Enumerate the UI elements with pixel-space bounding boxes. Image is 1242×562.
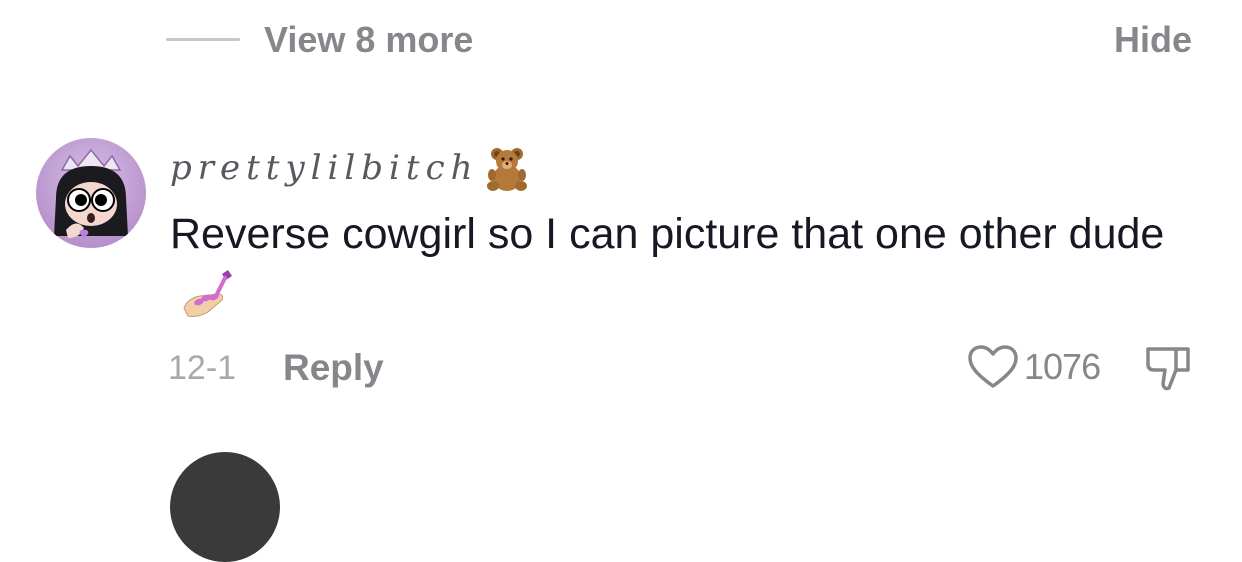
reply-button[interactable]: Reply: [283, 346, 384, 390]
replies-toggle-row: View 8 more Hide: [0, 0, 1242, 80]
nail-polish-icon: [183, 270, 232, 317]
comment-body: Reverse cowgirl so I can picture that on…: [170, 210, 1165, 258]
avatar[interactable]: [36, 138, 146, 248]
comment-item: prettylilbitch Reverse cowgirl so I can …: [0, 130, 1242, 410]
replies-divider-line: [166, 38, 240, 41]
view-more-replies-button[interactable]: View 8 more: [264, 18, 473, 62]
like-button[interactable]: 1076: [966, 342, 1101, 392]
comment-date: 12-1: [168, 349, 237, 387]
comment-meta-row: 12-1 Reply 1076: [0, 342, 1242, 394]
heart-icon: [968, 345, 1018, 388]
hide-replies-button[interactable]: Hide: [1114, 18, 1192, 62]
comment-username[interactable]: prettylilbitch: [170, 148, 479, 188]
comment-text: Reverse cowgirl so I can picture that on…: [170, 204, 1180, 324]
like-count: 1076: [1024, 346, 1101, 387]
next-comment-avatar[interactable]: [170, 452, 280, 562]
comment-username-row[interactable]: prettylilbitch: [170, 142, 533, 194]
avatar-image: [36, 138, 146, 248]
teddy-bear-icon: [486, 148, 527, 191]
dislike-icon[interactable]: [1142, 344, 1194, 392]
